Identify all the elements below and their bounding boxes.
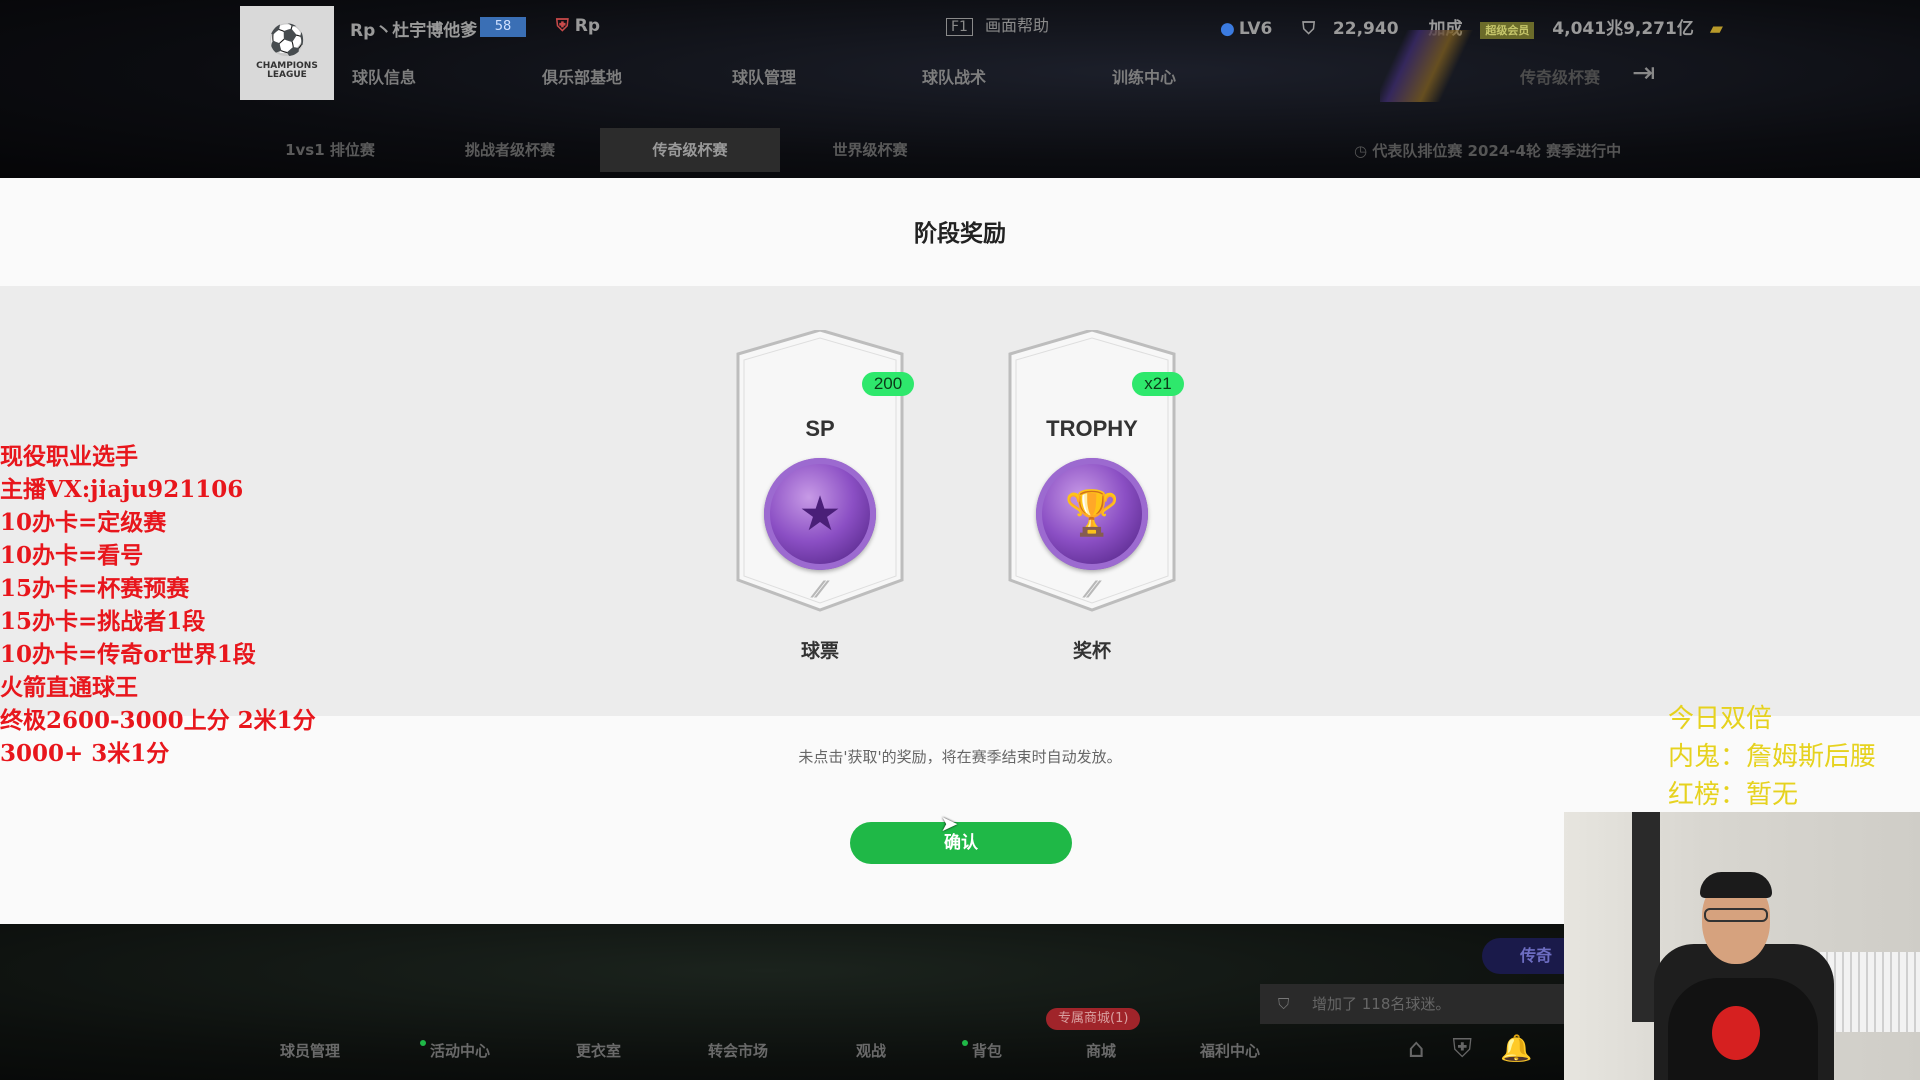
coin-icon: ▰ — [1709, 19, 1723, 39]
mouse-cursor-icon: ➤ — [940, 812, 959, 837]
overlay-line: 10办卡=传奇or世界1段 — [0, 641, 256, 668]
top-bar: ⚽ CHAMPIONS LEAGUE Rp丶杜宇博他爹 58 ⛨ Rp F1 画面帮… — [0, 0, 1920, 178]
nav-transfer-market[interactable]: 转会市场 — [708, 1040, 768, 1061]
modal-header: 阶段奖励 — [0, 178, 1920, 286]
reward-card-label: TROPHY — [1046, 416, 1138, 441]
overlay-line: 终极2600-3000上分 2米1分 — [0, 707, 316, 734]
football-icon: ⚽ — [268, 23, 306, 58]
coins-value: 4,041兆9,271亿 — [1552, 19, 1694, 39]
main-nav: 球队信息 俱乐部基地 球队管理 球队战术 训练中心 — [352, 64, 1302, 88]
nav-item-team-management[interactable]: 球队管理 — [732, 64, 922, 88]
club-shield-icon: ⛨ — [556, 16, 569, 36]
nav-welfare-center[interactable]: 福利中心 — [1200, 1040, 1260, 1061]
shield-settings-icon[interactable]: ⛨ — [1453, 1034, 1473, 1064]
vip-badge: 超级会员 — [1480, 22, 1535, 39]
exclusive-shop-badge: 专属商城(1) — [1046, 1008, 1141, 1030]
nav-locker-room[interactable]: 更衣室 — [576, 1040, 621, 1061]
fan-info-text: 增加了 118名球迷。 — [1312, 995, 1451, 1013]
streamer-info-overlay: 现役职业选手 主播VX:jiaju921106 10办卡=定级赛 10办卡=看号… — [0, 440, 316, 770]
level-value: LV6 — [1238, 19, 1273, 39]
bottom-icons: ⌂ ⛨ 🔔 — [1408, 1034, 1560, 1065]
webcam-person-glasses — [1704, 908, 1768, 922]
fc-logo-icon: ⁄⁄ — [1088, 578, 1096, 603]
webcam-shirt-graphic — [1712, 1006, 1760, 1060]
points-icon: ⛉ — [1302, 19, 1315, 39]
reward-card: 200 SP ★ ⁄⁄ — [730, 330, 914, 615]
overlay-line: 3000+ 3米1分 — [0, 740, 170, 767]
confirm-button[interactable]: 确认 — [850, 822, 1072, 864]
exit-icon[interactable]: ⇥ — [1632, 56, 1666, 90]
nav-label: 背包 — [972, 1042, 1003, 1060]
champions-league-logo: ⚽ CHAMPIONS LEAGUE — [240, 6, 334, 100]
overlay-line: 15办卡=杯赛预赛 — [0, 575, 190, 602]
nav-item-club-base[interactable]: 俱乐部基地 — [542, 64, 732, 88]
nav-shop[interactable]: 商城 — [1086, 1040, 1116, 1061]
season-info-text: 代表队排位赛 2024-4轮 赛季进行中 — [1372, 142, 1622, 160]
reward-card: x21 TROPHY 🏆 ⁄⁄ — [1002, 330, 1184, 615]
logo-text: CHAMPIONS LEAGUE — [256, 61, 318, 80]
nav-item-team-info[interactable]: 球队信息 — [352, 64, 542, 88]
overlay-line: 红榜：暂无 — [1668, 780, 1799, 810]
reward-name: 奖杯 — [1072, 640, 1111, 662]
f1-key-icon: F1 — [946, 18, 973, 36]
reward-count-badge: 200 — [862, 372, 914, 396]
overlay-line: 火箭直通球王 — [0, 674, 138, 701]
shield-icon: ⛉ — [1278, 995, 1290, 1013]
nav-player-management[interactable]: 球员管理 — [280, 1040, 340, 1061]
overlay-line: 10办卡=定级赛 — [0, 509, 167, 536]
reward-card-label: SP — [805, 416, 835, 441]
account-stats: ● LV6 ⛉ 22,940 加成 超级会员 4,041兆9,271亿 ▰ — [1220, 14, 1747, 39]
home-icon[interactable]: ⌂ — [1408, 1034, 1425, 1064]
overlay-line: 现役职业选手 — [0, 443, 138, 470]
overlay-line: 15办卡=挑战者1段 — [0, 608, 206, 635]
webcam-person-hair — [1700, 872, 1772, 898]
reward-name: 球票 — [800, 640, 839, 662]
nav-item-team-tactics[interactable]: 球队战术 — [922, 64, 1112, 88]
team-tag-text: Rp — [574, 16, 601, 36]
notification-bell-icon[interactable]: 🔔 — [1500, 1034, 1532, 1064]
modal-title: 阶段奖励 — [914, 221, 1006, 247]
nav-item-training-center[interactable]: 训练中心 — [1112, 64, 1302, 88]
nav-spectate[interactable]: 观战 — [856, 1040, 886, 1061]
help-button[interactable]: F1 画面帮助 — [946, 12, 1049, 36]
star-coin-icon: ★ — [764, 458, 876, 570]
webcam-feed — [1564, 812, 1920, 1080]
help-label: 画面帮助 — [984, 16, 1049, 35]
fc-logo-icon: ⁄⁄ — [816, 578, 824, 603]
tab-1vs1-ranked[interactable]: 1vs1 排位赛 — [240, 128, 420, 172]
team-tag: ⛨ Rp — [556, 16, 600, 36]
team-name[interactable]: Rp丶杜宇博他爹 — [350, 16, 477, 41]
trophy-coin-icon: 🏆 — [1036, 458, 1148, 570]
nav-backpack[interactable]: 背包 — [962, 1040, 1002, 1061]
tab-legend-cup[interactable]: 传奇级杯赛 — [600, 128, 780, 172]
season-info: ◷ 代表队排位赛 2024-4轮 赛季进行中 — [1354, 140, 1621, 161]
nav-activity-center[interactable]: 活动中心 — [420, 1040, 490, 1061]
clock-icon: ◷ — [1354, 142, 1368, 160]
sub-tabs: 1vs1 排位赛 挑战者级杯赛 传奇级杯赛 世界级杯赛 — [240, 128, 960, 172]
nav-item-legend-cup[interactable]: 传奇级杯赛 — [1520, 64, 1600, 88]
fan-info-bar: ⛉ 增加了 118名球迷。 — [1260, 984, 1580, 1024]
level-icon: ● — [1220, 19, 1235, 39]
overlay-line: 今日双倍 — [1668, 704, 1773, 734]
reward-count-badge: x21 — [1132, 372, 1184, 396]
legend-decoration — [1380, 30, 1480, 102]
tab-challenger-cup[interactable]: 挑战者级杯赛 — [420, 128, 600, 172]
streamer-status-overlay: 今日双倍 内鬼：詹姆斯后腰 红榜：暂无 — [1668, 700, 1876, 814]
overlay-line: 10办卡=看号 — [0, 542, 144, 569]
nav-label: 活动中心 — [430, 1042, 491, 1060]
tab-world-cup[interactable]: 世界级杯赛 — [780, 128, 960, 172]
new-dot-icon — [962, 1040, 968, 1046]
new-dot-icon — [420, 1040, 426, 1046]
team-level-badge: 58 — [480, 17, 526, 37]
overlay-line: 主播VX:jiaju921106 — [0, 476, 244, 503]
overlay-line: 内鬼：詹姆斯后腰 — [1668, 742, 1877, 772]
